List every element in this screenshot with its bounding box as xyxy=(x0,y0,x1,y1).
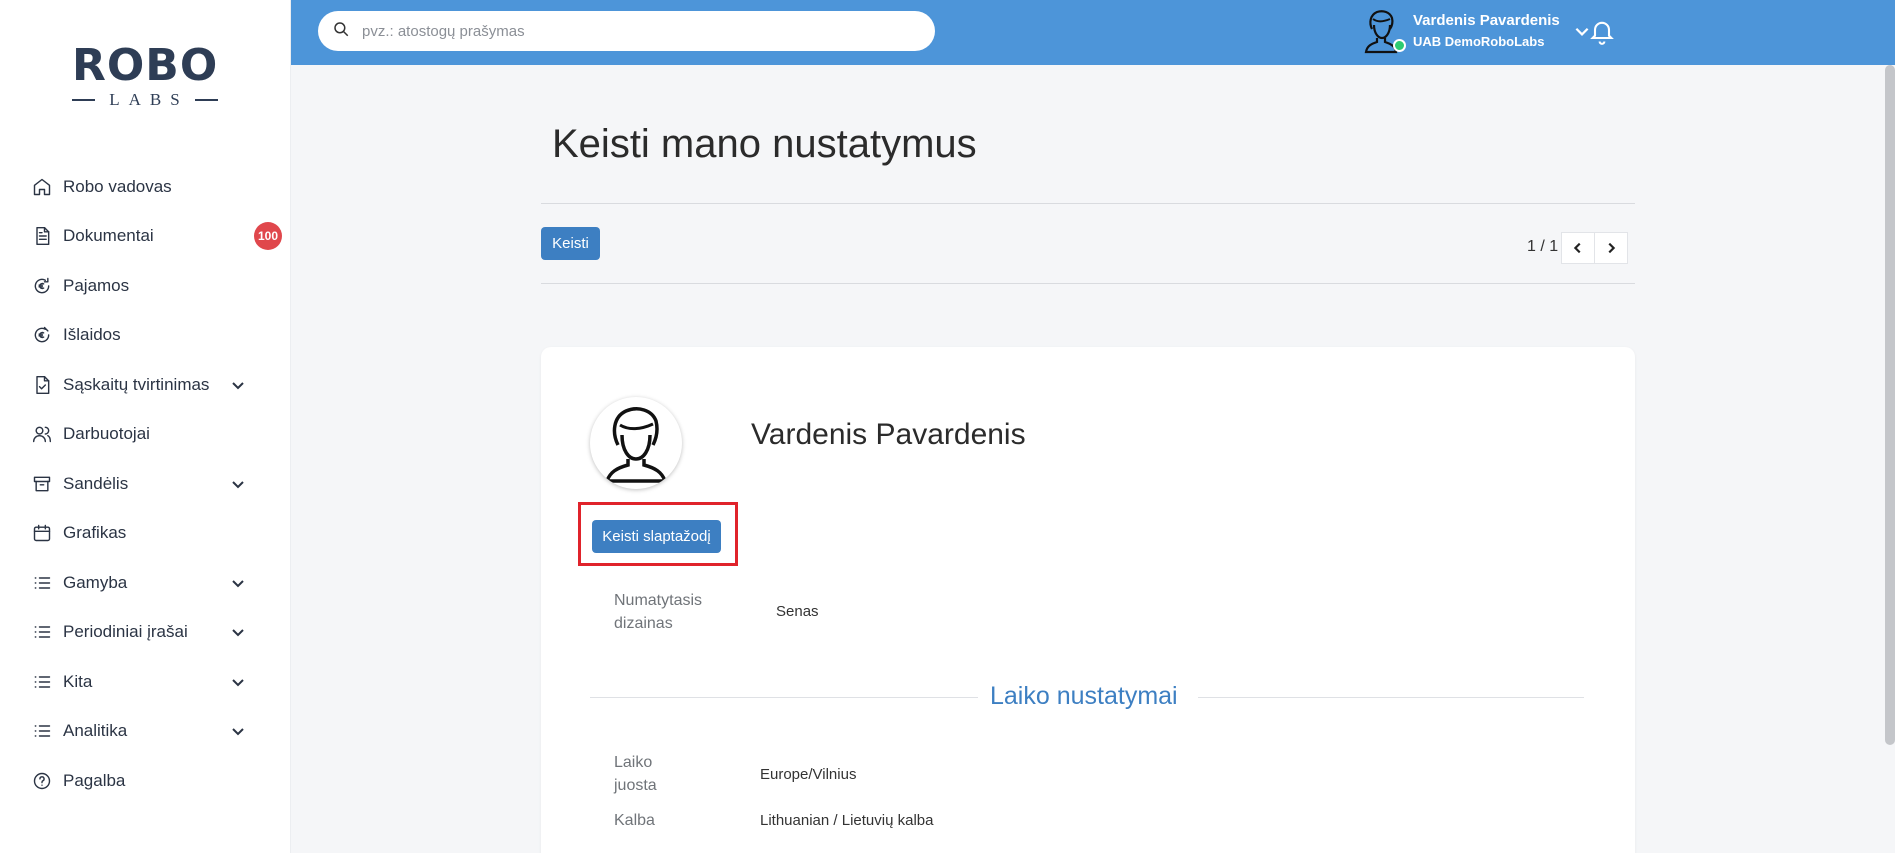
sidebar-item-label: Darbuotojai xyxy=(63,424,150,444)
logo-text-top: ROBO xyxy=(72,40,219,91)
list-icon xyxy=(31,720,53,742)
help-icon xyxy=(31,770,53,792)
search-input[interactable] xyxy=(362,22,922,40)
sidebar-nav: Robo vadovas Dokumentai 100 Pajamos Išla… xyxy=(0,162,291,806)
home-icon xyxy=(31,176,53,198)
sidebar-item-label: Kita xyxy=(63,671,93,691)
sidebar-item-grafikas[interactable]: Grafikas xyxy=(0,509,291,559)
sidebar: ROBO LABS Robo vadovas Dokumentai 100 Pa… xyxy=(0,0,291,853)
sidebar-item-label: Išlaidos xyxy=(63,325,121,345)
search-bar xyxy=(318,11,935,51)
sidebar-item-sandelis[interactable]: Sandėlis xyxy=(0,459,291,509)
chevron-down-icon[interactable] xyxy=(230,624,246,640)
file-check-icon xyxy=(31,374,53,396)
sidebar-item-label: Periodiniai įrašai xyxy=(63,622,188,642)
sidebar-item-gamyba[interactable]: Gamyba xyxy=(0,558,291,608)
pager-next-button[interactable] xyxy=(1594,232,1628,264)
logo-line-right xyxy=(194,99,218,101)
document-icon xyxy=(31,225,53,247)
sidebar-item-kita[interactable]: Kita xyxy=(0,657,291,707)
sidebar-item-periodiniai-irasai[interactable]: Periodiniai įrašai xyxy=(0,608,291,658)
sidebar-item-label: Grafikas xyxy=(63,523,127,543)
user-menu-chevron-icon[interactable] xyxy=(1573,22,1591,40)
chevron-down-icon[interactable] xyxy=(230,575,246,591)
sidebar-item-label: Sąskaitų tvirtinimas xyxy=(63,374,210,394)
sidebar-item-label: Pajamos xyxy=(63,275,130,295)
profile-photo[interactable] xyxy=(590,397,682,489)
default-design-label: Numatytasis dizainas xyxy=(614,592,703,632)
chevron-right-icon xyxy=(1608,242,1616,254)
language-value[interactable]: Lithuanian / Lietuvių kalba xyxy=(760,812,933,829)
sidebar-item-robo-vadovas[interactable]: Robo vadovas xyxy=(0,162,291,212)
chevron-down-icon[interactable] xyxy=(230,723,246,739)
users-icon xyxy=(31,423,53,445)
sidebar-item-pajamos[interactable]: Pajamos xyxy=(0,261,291,311)
sidebar-item-analitika[interactable]: Analitika xyxy=(0,707,291,757)
sidebar-item-label: Gamyba xyxy=(63,572,128,592)
euro-income-icon xyxy=(31,275,53,297)
euro-expense-icon xyxy=(31,324,53,346)
time-settings-section-title: Laiko nustatymai xyxy=(990,682,1178,710)
chevron-left-icon xyxy=(1573,242,1581,254)
section-divider-left xyxy=(590,697,978,698)
user-company[interactable]: UAB DemoRoboLabs xyxy=(1413,34,1544,49)
default-design-value[interactable]: Senas xyxy=(776,603,819,620)
chevron-down-icon[interactable] xyxy=(230,674,246,690)
list-icon xyxy=(31,621,53,643)
change-password-button[interactable]: Keisti slaptažodį xyxy=(592,520,721,553)
chevron-down-icon[interactable] xyxy=(230,476,246,492)
sidebar-item-dokumentai[interactable]: Dokumentai 100 xyxy=(0,212,291,262)
robolabs-logo[interactable]: ROBO LABS xyxy=(72,44,218,114)
chevron-down-icon[interactable] xyxy=(230,377,246,393)
calendar-icon xyxy=(31,522,53,544)
pager-prev-button[interactable] xyxy=(1561,232,1595,264)
logo-text-bottom: LABS xyxy=(109,90,189,109)
sidebar-item-label: Robo vadovas xyxy=(63,176,172,196)
sidebar-item-darbuotojai[interactable]: Darbuotojai xyxy=(0,410,291,460)
profile-name: Vardenis Pavardenis xyxy=(751,418,1026,451)
pager-counter: 1 / 1 xyxy=(1527,238,1559,255)
user-name[interactable]: Vardenis Pavardenis xyxy=(1413,12,1560,29)
sidebar-item-islaidos[interactable]: Išlaidos xyxy=(0,311,291,361)
list-icon xyxy=(31,671,53,693)
search-icon xyxy=(332,20,350,43)
list-icon xyxy=(31,572,53,594)
section-divider-right xyxy=(1198,697,1584,698)
divider-bottom xyxy=(541,283,1635,284)
timezone-label: Laiko juosta xyxy=(614,754,657,794)
sidebar-item-label: Sandėlis xyxy=(63,473,129,493)
page-scrollbar[interactable] xyxy=(1885,65,1895,745)
notifications-bell-icon[interactable] xyxy=(1588,17,1616,45)
logo-bottom-row: LABS xyxy=(72,90,218,110)
logo-line-left xyxy=(72,99,96,101)
sidebar-item-saskaitu-tvirtinimas[interactable]: Sąskaitų tvirtinimas xyxy=(0,360,291,410)
timezone-value[interactable]: Europe/Vilnius xyxy=(760,766,856,783)
edit-button[interactable]: Keisti xyxy=(541,227,600,260)
sidebar-item-label: Dokumentai xyxy=(63,226,154,246)
sidebar-item-pagalba[interactable]: Pagalba xyxy=(0,756,291,806)
topbar xyxy=(291,0,1895,65)
settings-card xyxy=(541,347,1635,853)
sidebar-item-label: Analitika xyxy=(63,721,128,741)
sidebar-item-label: Pagalba xyxy=(63,770,126,790)
divider-top xyxy=(541,203,1635,204)
page-title: Keisti mano nustatymus xyxy=(552,122,977,166)
notification-count-badge: 100 xyxy=(254,222,282,251)
language-label: Kalba xyxy=(614,812,655,829)
online-status-indicator xyxy=(1393,39,1406,52)
archive-icon xyxy=(31,473,53,495)
